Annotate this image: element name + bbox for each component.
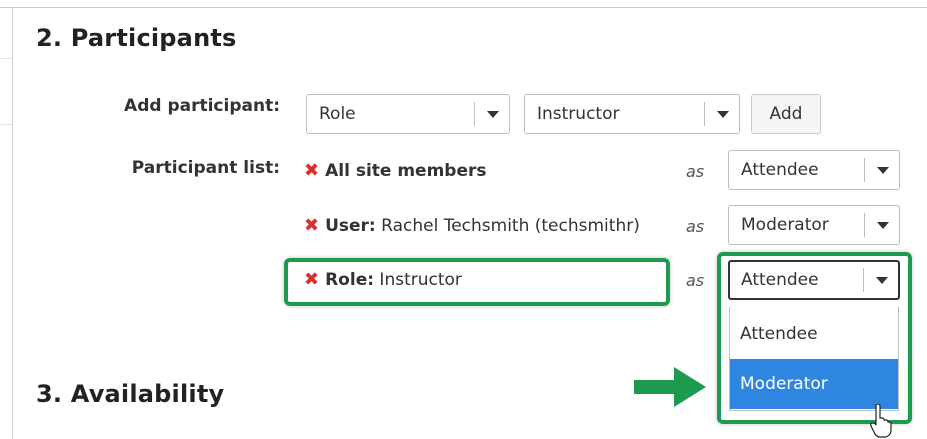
- add-participant-label: Add participant:: [124, 96, 280, 116]
- participant-list-label: Participant list:: [131, 158, 280, 178]
- remove-icon[interactable]: ✖: [304, 215, 319, 236]
- as-label: as: [686, 217, 705, 236]
- select-divider: [864, 158, 865, 182]
- participant-role-select-2[interactable]: Moderator: [728, 205, 900, 245]
- participant-row-user: ✖ User: Rachel Techsmith (techsmithr): [304, 215, 640, 236]
- select-divider: [474, 102, 475, 126]
- participants-section-title: 2. Participants: [36, 24, 237, 52]
- dropdown-highlight: [717, 252, 912, 424]
- window-top-edge: [0, 0, 927, 8]
- participant-prefix: User:: [325, 216, 376, 236]
- participant-name: Rachel Techsmith (techsmithr): [375, 216, 640, 236]
- add-button[interactable]: Add: [751, 94, 821, 134]
- remove-icon[interactable]: ✖: [304, 160, 319, 181]
- participant-type-value: Role: [319, 104, 356, 124]
- select-divider: [864, 213, 865, 237]
- green-arrow-icon: [634, 367, 706, 407]
- participant-row-all-site-members: ✖ All site members: [304, 160, 487, 181]
- chevron-down-icon[interactable]: [487, 111, 499, 118]
- participant-value-value: Instructor: [537, 104, 620, 124]
- window-left-edge: [12, 8, 13, 439]
- select-divider: [704, 102, 705, 126]
- left-rule: [0, 58, 12, 59]
- availability-section-title: 3. Availability: [36, 380, 225, 408]
- chevron-down-icon[interactable]: [717, 111, 729, 118]
- chevron-down-icon[interactable]: [877, 222, 889, 229]
- participant-role-value: Moderator: [741, 215, 829, 235]
- chevron-down-icon[interactable]: [877, 167, 889, 174]
- pointer-cursor-icon: [870, 404, 892, 438]
- left-rule: [0, 124, 12, 125]
- participant-role-select-1[interactable]: Attendee: [728, 150, 900, 190]
- as-label: as: [686, 162, 705, 181]
- participant-role-value: Attendee: [741, 160, 819, 180]
- participant-value-select[interactable]: Instructor: [524, 94, 740, 134]
- role-row-highlight: [284, 258, 670, 306]
- participant-type-select[interactable]: Role: [306, 94, 510, 134]
- participant-prefix: All site members: [325, 161, 487, 181]
- as-label: as: [686, 271, 705, 290]
